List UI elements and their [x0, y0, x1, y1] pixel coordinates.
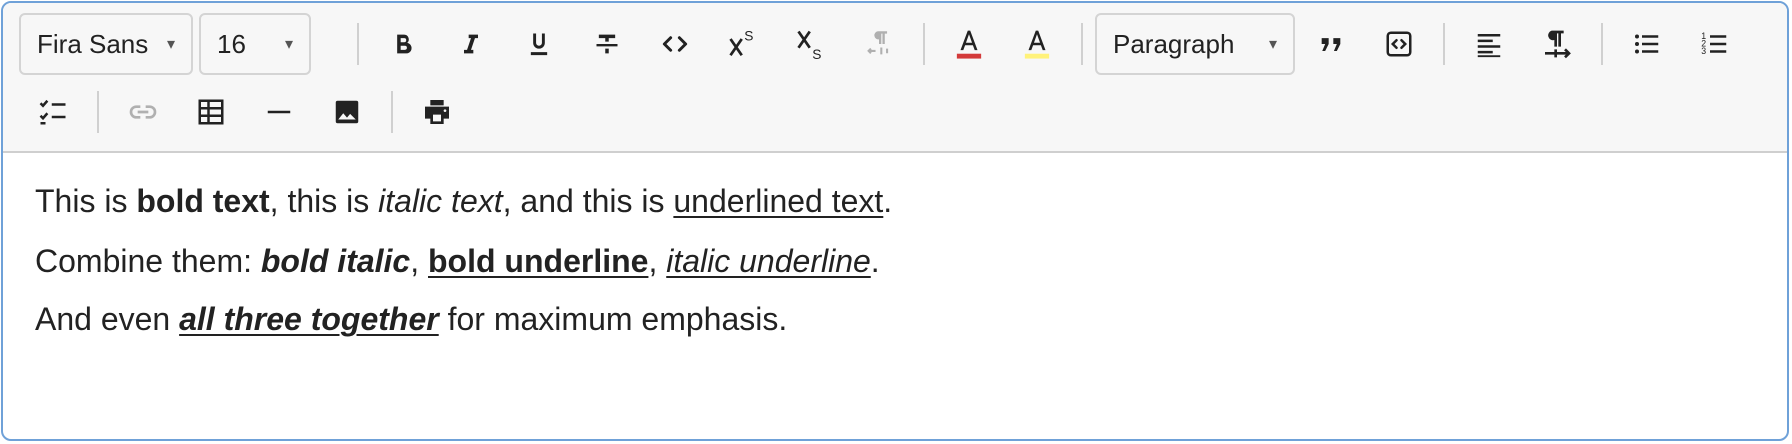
chevron-down-icon: ▾ [1268, 36, 1278, 53]
paragraph-direction-button[interactable] [1531, 18, 1583, 70]
subscript-button[interactable]: S [785, 18, 837, 70]
bold-italic-underline-text: all three together [179, 301, 439, 337]
toolbar-divider [357, 23, 359, 65]
bullet-list-button[interactable] [1621, 18, 1673, 70]
font-family-value: Fira Sans [37, 28, 149, 59]
table-button[interactable] [185, 86, 237, 138]
bullet-list-icon [1635, 34, 1659, 54]
bold-underline-text: bold underline [428, 243, 649, 279]
chevron-down-icon: ▾ [284, 36, 294, 53]
plain-text: , and this is [502, 183, 674, 219]
code-block-button[interactable] [1373, 18, 1425, 70]
editor-toolbar: Fira Sans ▾ 16 ▾ S S Paragraph ▾ 1 2 3 [3, 3, 1787, 153]
italic-button[interactable] [445, 18, 497, 70]
underline-icon [530, 33, 548, 56]
code-button[interactable] [649, 18, 701, 70]
link-button[interactable] [117, 86, 169, 138]
toolbar-divider [1443, 23, 1445, 65]
italic-text: italic text [378, 183, 503, 219]
checklist-button[interactable] [27, 86, 79, 138]
toolbar-divider [97, 91, 99, 133]
print-icon [425, 100, 449, 124]
plain-text: This is [35, 183, 137, 219]
plain-text: . [883, 183, 893, 219]
subscript-icon: S [797, 30, 821, 61]
bold-button[interactable] [377, 18, 429, 70]
horizontal-rule-button[interactable] [253, 86, 305, 138]
align-left-icon [1477, 34, 1501, 58]
toolbar-divider [391, 91, 393, 133]
toolbar-divider [1601, 23, 1603, 65]
toolbar-divider [1081, 23, 1083, 65]
text-color-button[interactable] [943, 18, 995, 70]
italic-underline-text: italic underline [666, 243, 871, 279]
chevron-down-icon: ▾ [166, 36, 176, 53]
font-size-value: 16 [217, 28, 246, 59]
plain-text: . [870, 243, 880, 279]
text-direction-button[interactable] [853, 18, 905, 70]
toolbar-divider [923, 23, 925, 65]
bold-italic-text: bold italic [260, 243, 411, 279]
svg-text:S: S [812, 47, 821, 61]
font-family-select[interactable]: Fira Sans ▾ [19, 13, 193, 75]
table-icon [198, 99, 224, 125]
checklist-icon [39, 99, 66, 125]
numbered-list-icon: 123 [1701, 31, 1727, 56]
paragraph: This is bold text, this is italic text, … [35, 183, 892, 220]
code-block-icon [1386, 31, 1412, 57]
superscript-button[interactable]: S [717, 18, 769, 70]
text-color-icon [956, 30, 982, 59]
svg-text:S: S [744, 28, 753, 43]
align-button[interactable] [1463, 18, 1515, 70]
code-icon [662, 36, 688, 52]
image-button[interactable] [321, 86, 373, 138]
strikethrough-icon [596, 34, 618, 54]
toolbar-row-2 [3, 79, 1787, 145]
plain-text: for maximum emphasis. [438, 301, 788, 337]
italic-icon [464, 34, 478, 54]
bold-icon [397, 34, 412, 54]
highlight-icon [1024, 30, 1050, 59]
block-format-value: Paragraph [1113, 28, 1235, 59]
plain-text: And even [35, 301, 180, 337]
toolbar-row-1: Fira Sans ▾ 16 ▾ S S Paragraph ▾ 1 2 3 [3, 11, 1787, 77]
block-format-select[interactable]: Paragraph ▾ [1095, 13, 1295, 75]
underline-button[interactable] [513, 18, 565, 70]
plain-text: , this is [269, 183, 379, 219]
blockquote-icon [1321, 38, 1341, 51]
editor-content[interactable]: This is bold text, this is italic text, … [3, 153, 1787, 439]
font-size-select[interactable]: 16 ▾ [199, 13, 311, 75]
highlight-button[interactable] [1011, 18, 1063, 70]
print-button[interactable] [411, 86, 463, 138]
numbered-list-button[interactable]: 123 [1689, 18, 1741, 70]
paragraph-ltr-icon [1545, 30, 1571, 59]
strikethrough-button[interactable] [581, 18, 633, 70]
plain-text: , [410, 243, 428, 279]
rich-text-editor: Fira Sans ▾ 16 ▾ S S Paragraph ▾ 1 2 3 T… [1, 1, 1789, 441]
text-direction-icon [867, 31, 889, 55]
image-icon [335, 100, 359, 124]
horizontal-rule-icon [267, 110, 291, 114]
paragraph: And even all three together for maximum … [35, 301, 787, 338]
blockquote-button[interactable] [1305, 18, 1357, 70]
paragraph: Combine them: bold italic, bold underlin… [35, 243, 880, 280]
underlined-text: underlined text [673, 183, 884, 219]
link-icon [129, 105, 157, 119]
plain-text: , [648, 243, 667, 279]
bold-text: bold text [136, 183, 270, 219]
plain-text: Combine them: [35, 243, 261, 279]
svg-text:3: 3 [1701, 46, 1706, 56]
superscript-icon: S [729, 28, 753, 57]
